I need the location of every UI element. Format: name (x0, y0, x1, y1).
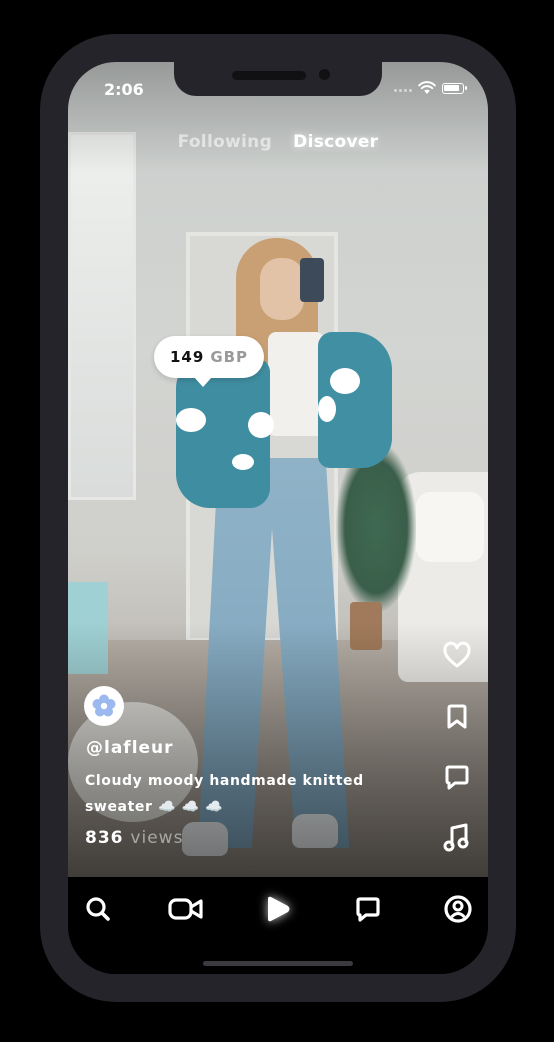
room-window (68, 132, 136, 500)
battery-level (444, 85, 460, 91)
price-currency: GBP (210, 348, 249, 366)
notch-camera (319, 69, 330, 80)
cellular-signal-icon (394, 89, 412, 93)
notch (174, 62, 382, 96)
like-button[interactable] (440, 638, 474, 672)
model-face (260, 258, 304, 320)
bookmark-icon (447, 704, 467, 729)
post-caption: Cloudy moody handmade knitted sweater ☁️… (85, 773, 364, 815)
view-count: 836 views (85, 828, 183, 848)
comment-button[interactable] (440, 760, 474, 794)
author-username[interactable]: @lafleur (86, 738, 174, 758)
views-label: views (130, 828, 184, 848)
save-button[interactable] (440, 700, 474, 734)
cardigan-cloud (330, 368, 360, 394)
feed-tabs: Following Discover (68, 132, 488, 152)
battery-icon (442, 83, 467, 94)
cardigan-cloud (248, 412, 274, 438)
home-indicator[interactable] (203, 961, 353, 966)
model-top (268, 332, 324, 436)
bottom-navigation (68, 877, 488, 974)
device-stage: 2:06 Following Discover 149 GBP @lafleur… (0, 0, 554, 1042)
status-time: 2:06 (104, 80, 144, 99)
product-price-tag[interactable]: 149 GBP (154, 336, 265, 387)
camera-icon (168, 898, 203, 920)
profile-icon (444, 895, 472, 923)
comment-icon (445, 765, 469, 790)
nav-profile[interactable] (438, 891, 478, 927)
play-icon (268, 896, 290, 922)
nav-feed[interactable] (258, 891, 298, 927)
tab-following[interactable]: Following (178, 132, 272, 152)
cardigan-cloud (232, 454, 254, 470)
nav-search[interactable] (78, 891, 118, 927)
app-screen: 2:06 Following Discover 149 GBP @lafleur… (68, 62, 488, 974)
sound-button[interactable] (440, 820, 474, 854)
views-number: 836 (85, 828, 124, 848)
price-amount: 149 (170, 348, 205, 366)
search-icon (86, 897, 110, 921)
sofa-cushion (416, 492, 484, 562)
author-avatar[interactable] (84, 686, 124, 726)
nav-camera[interactable] (166, 891, 206, 927)
notch-speaker (232, 71, 306, 80)
nav-messages[interactable] (348, 891, 388, 927)
heart-icon (443, 641, 471, 668)
tab-discover[interactable]: Discover (293, 132, 378, 152)
flower-icon (92, 694, 116, 717)
music-note-icon (443, 823, 469, 852)
model-phone (300, 258, 324, 302)
cardigan-cloud (318, 396, 336, 422)
cardigan-cloud (176, 408, 206, 432)
wifi-icon (418, 81, 436, 94)
chat-icon (356, 897, 380, 922)
